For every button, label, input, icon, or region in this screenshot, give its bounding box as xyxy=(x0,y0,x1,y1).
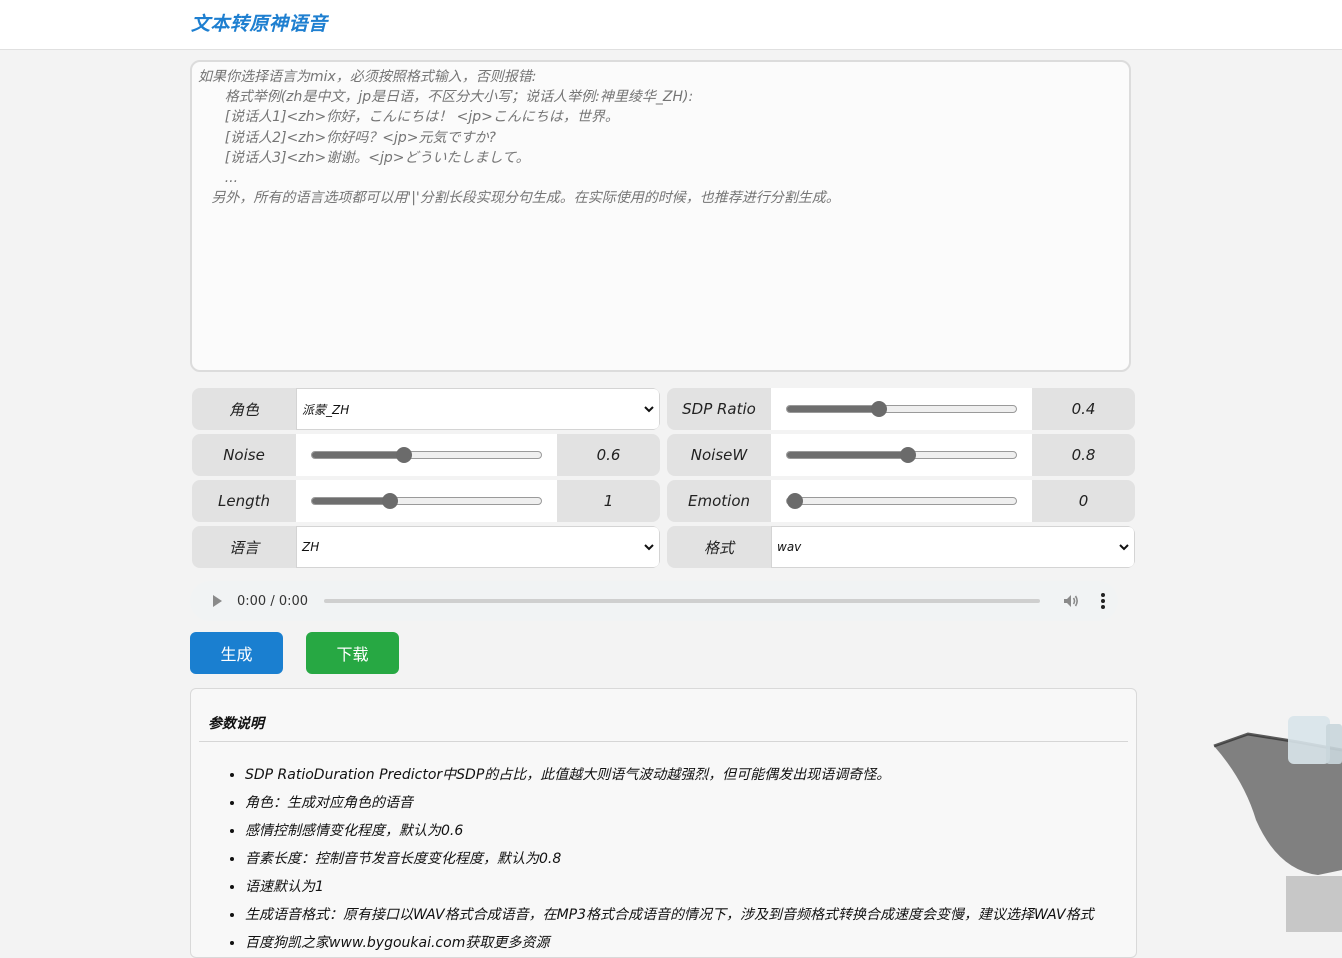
list-item: 语速默认为1 xyxy=(245,873,1094,901)
language-label: 语言 xyxy=(228,538,259,557)
chevron-down-icon xyxy=(644,544,654,551)
length-slider[interactable] xyxy=(311,493,542,509)
list-item: SDP RatioDuration Predictor中SDP的占比，此值越大则… xyxy=(245,761,1094,789)
slider-thumb[interactable] xyxy=(787,493,803,509)
generate-button[interactable]: 生成 xyxy=(190,632,283,674)
list-item: 音素长度：控制音节发音长度变化程度，默认为0.8 xyxy=(245,845,1094,873)
volume-icon[interactable] xyxy=(1062,592,1080,610)
divider xyxy=(199,741,1128,742)
audio-time: 0:00 / 0:00 xyxy=(237,593,309,609)
slider-fill xyxy=(787,452,909,458)
format-select-value: wav xyxy=(777,540,802,554)
params-list: SDP RatioDuration Predictor中SDP的占比，此值越大则… xyxy=(224,761,1094,957)
emotion-value: 0 xyxy=(1078,492,1089,510)
noise-control: Noise 0.6 xyxy=(192,434,660,476)
emotion-control: Emotion 0 xyxy=(667,480,1135,522)
language-control: 语言 ZH xyxy=(192,526,660,568)
list-item: 角色：生成对应角色的语音 xyxy=(245,789,1094,817)
slider-thumb[interactable] xyxy=(395,447,412,463)
list-item: 感情控制感情变化程度，默认为0.6 xyxy=(245,817,1094,845)
sdp-ratio-control: SDP Ratio 0.4 xyxy=(667,388,1135,430)
sdp-ratio-value: 0.4 xyxy=(1071,400,1096,418)
slider-thumb[interactable] xyxy=(900,447,917,463)
role-select[interactable]: 派蒙_ZH xyxy=(296,388,660,430)
role-label: 角色 xyxy=(228,400,259,419)
noisew-label: NoiseW xyxy=(690,446,748,464)
play-icon[interactable] xyxy=(210,594,224,608)
chevron-down-icon xyxy=(644,406,654,413)
list-item: 生成语音格式：原有接口以WAV格式合成语音，在MP3格式合成语音的情况下，涉及到… xyxy=(245,901,1094,929)
sdp-ratio-label: SDP Ratio xyxy=(682,400,756,418)
audio-progress-bar[interactable] xyxy=(324,599,1040,603)
slider-fill xyxy=(312,498,390,504)
role-control: 角色 派蒙_ZH xyxy=(192,388,660,430)
length-slider-wrap xyxy=(296,480,557,522)
sdp-ratio-slider-wrap xyxy=(771,388,1032,430)
sdp-ratio-slider[interactable] xyxy=(786,401,1017,417)
emotion-label: Emotion xyxy=(688,492,750,510)
slider-fill xyxy=(787,406,879,412)
noise-slider-wrap xyxy=(296,434,557,476)
page-title: 文本转原神语音 xyxy=(191,13,328,35)
noise-label: Noise xyxy=(223,446,265,464)
format-select[interactable]: wav xyxy=(771,526,1135,568)
more-options-icon[interactable] xyxy=(1100,592,1106,610)
header: 文本转原神语音 xyxy=(0,0,1342,50)
background-illustration xyxy=(1213,716,1342,932)
text-input[interactable] xyxy=(190,60,1131,372)
role-select-value: 派蒙_ZH xyxy=(302,402,350,417)
audio-player: 0:00 / 0:00 xyxy=(190,581,1118,621)
noise-value: 0.6 xyxy=(596,446,621,464)
noisew-slider-wrap xyxy=(771,434,1032,476)
format-label: 格式 xyxy=(703,538,734,557)
emotion-slider-wrap xyxy=(771,480,1032,522)
language-select[interactable]: ZH xyxy=(296,526,660,568)
params-panel: 参数说明 SDP RatioDuration Predictor中SDP的占比，… xyxy=(190,688,1137,958)
language-select-value: ZH xyxy=(302,540,320,554)
download-button[interactable]: 下载 xyxy=(306,632,399,674)
format-control: 格式 wav xyxy=(667,526,1135,568)
length-value: 1 xyxy=(603,492,614,510)
slider-thumb[interactable] xyxy=(870,401,887,417)
emotion-slider[interactable] xyxy=(786,493,1017,509)
noise-slider[interactable] xyxy=(311,447,542,463)
chevron-down-icon xyxy=(1119,544,1129,551)
slider-fill xyxy=(312,452,404,458)
length-label: Length xyxy=(217,492,270,510)
noisew-slider[interactable] xyxy=(786,447,1017,463)
length-control: Length 1 xyxy=(192,480,660,522)
params-title: 参数说明 xyxy=(208,716,264,732)
list-item: 百度狗凯之家www.bygoukai.com获取更多资源 xyxy=(245,929,1094,957)
noisew-value: 0.8 xyxy=(1071,446,1096,464)
noisew-control: NoiseW 0.8 xyxy=(667,434,1135,476)
slider-thumb[interactable] xyxy=(381,493,398,509)
